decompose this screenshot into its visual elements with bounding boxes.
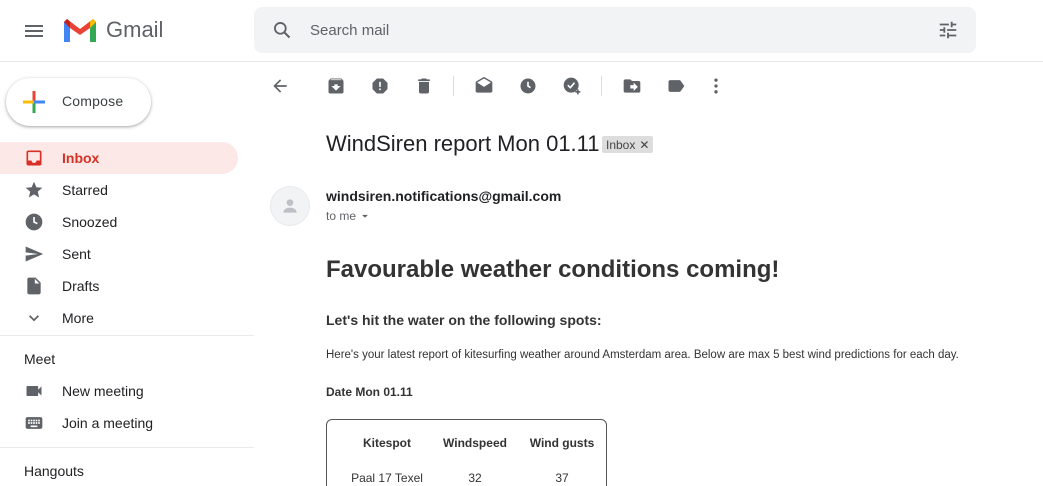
sender-avatar [270, 186, 310, 226]
mark-unread-icon [475, 76, 493, 93]
move-to-icon [623, 79, 641, 93]
sidebar-item-label: Snoozed [62, 214, 118, 230]
sidebar-item-label: Inbox [62, 150, 100, 166]
sidebar-item-starred[interactable]: Starred [0, 174, 238, 206]
archive-button[interactable] [320, 70, 352, 102]
star-icon [24, 180, 44, 200]
gmail-logo[interactable]: Gmail [62, 14, 163, 46]
more-vert-icon [714, 78, 718, 94]
toolbar-separator [601, 76, 602, 96]
label-button[interactable] [660, 70, 692, 102]
compose-button[interactable]: Compose [6, 78, 151, 126]
new-meeting-item[interactable]: New meeting [0, 375, 238, 407]
more-options-button[interactable] [700, 70, 732, 102]
draft-icon [24, 276, 44, 296]
snooze-icon [520, 78, 536, 94]
person-icon [283, 199, 297, 213]
toolbar-separator [453, 76, 454, 96]
email-date-line: Date Mon 01.11 [326, 385, 413, 399]
archive-icon [328, 78, 344, 94]
label-chip-text: Inbox [606, 137, 636, 152]
keyboard-icon [24, 413, 44, 433]
search-bar[interactable] [254, 7, 976, 53]
move-to-button[interactable] [616, 70, 648, 102]
hangouts-section-title: Hangouts [24, 463, 84, 479]
inbox-icon [24, 148, 44, 168]
report-spam-icon [372, 78, 388, 94]
email-intro: Here's your latest report of kitesurfing… [326, 349, 959, 361]
clock-icon [24, 212, 44, 232]
snooze-button[interactable] [512, 70, 544, 102]
search-input[interactable] [310, 18, 870, 42]
back-icon [273, 79, 287, 93]
forecast-table: Kitespot Windspeed Wind gusts Paal 17 Te… [326, 419, 607, 486]
meet-section-title: Meet [24, 351, 56, 367]
sidebar-item-more[interactable]: More [0, 302, 238, 334]
report-spam-button[interactable] [364, 70, 396, 102]
top-bar: Gmail [0, 0, 1043, 62]
mark-unread-button[interactable] [468, 70, 500, 102]
gmail-m-icon [64, 19, 96, 42]
sidebar-item-label: Sent [62, 246, 91, 262]
sidebar-divider [0, 447, 254, 448]
video-icon [24, 381, 44, 401]
email-subheading: Let's hit the water on the following spo… [326, 312, 602, 328]
sidebar-item-sent[interactable]: Sent [0, 238, 238, 270]
chevron-down-icon [24, 308, 44, 328]
join-meeting-item[interactable]: Join a meeting [0, 407, 238, 439]
sidebar-item-snoozed[interactable]: Snoozed [0, 206, 238, 238]
add-task-button[interactable] [556, 70, 588, 102]
sender-email[interactable]: windsiren.notifications@gmail.com [326, 188, 561, 204]
recipient-details[interactable]: to me [326, 209, 372, 223]
delete-icon [418, 78, 430, 94]
message-subject: WindSiren report Mon 01.11 [326, 131, 600, 156]
sidebar-item-drafts[interactable]: Drafts [0, 270, 238, 302]
hamburger-menu-icon [25, 25, 43, 37]
new-meeting-label: New meeting [62, 383, 144, 399]
sidebar-item-label: Drafts [62, 278, 100, 294]
table-header: Windspeed [443, 436, 507, 450]
main-menu-button[interactable] [14, 11, 54, 51]
sidebar-item-label: Starred [62, 182, 108, 198]
gmail-wordmark: Gmail [106, 17, 164, 42]
table-cell: 32 [468, 471, 482, 485]
email-heading: Favourable weather conditions coming! [326, 256, 780, 283]
table-header: Wind gusts [529, 436, 595, 450]
sidebar-divider [0, 335, 254, 336]
delete-button[interactable] [408, 70, 440, 102]
add-task-icon [563, 77, 581, 95]
table-header: Kitespot [363, 436, 411, 450]
details-dropdown-icon[interactable] [358, 209, 372, 223]
sidebar-nav: Inbox Starred Snoozed Sent Drafts More [0, 142, 254, 334]
join-meeting-label: Join a meeting [62, 415, 154, 431]
back-button[interactable] [264, 70, 296, 102]
remove-label-icon[interactable]: ✕ [639, 138, 649, 152]
send-icon [24, 244, 44, 264]
table-cell: Paal 17 Texel [351, 471, 423, 485]
compose-label: Compose [62, 93, 124, 109]
plus-icon [23, 91, 45, 113]
search-options-icon[interactable] [932, 14, 964, 46]
search-icon[interactable] [266, 14, 298, 46]
table-cell: 37 [555, 471, 569, 485]
label-icon [668, 80, 685, 92]
recipient-label: to me [326, 209, 357, 223]
sidebar-item-inbox[interactable]: Inbox [0, 142, 238, 174]
message-toolbar [254, 62, 1043, 110]
sidebar-item-label: More [62, 310, 94, 326]
inbox-label-chip[interactable]: Inbox ✕ [602, 136, 654, 153]
